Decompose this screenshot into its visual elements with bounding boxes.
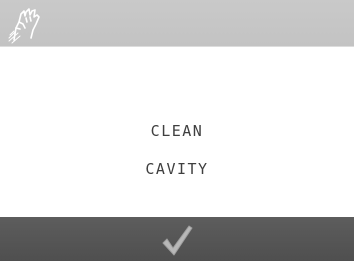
checkmark-icon[interactable]	[157, 221, 197, 259]
instruction-line-2: CAVITY	[145, 160, 209, 178]
instruction-message: CLEAN CAVITY	[0, 103, 354, 198]
instruction-line-1: CLEAN	[150, 122, 204, 140]
header-bar	[0, 0, 354, 46]
header-divider	[0, 46, 354, 47]
clean-cavity-screen: CLEAN CAVITY	[0, 0, 354, 261]
clean-hand-icon	[8, 8, 40, 44]
footer-bar	[0, 217, 354, 261]
